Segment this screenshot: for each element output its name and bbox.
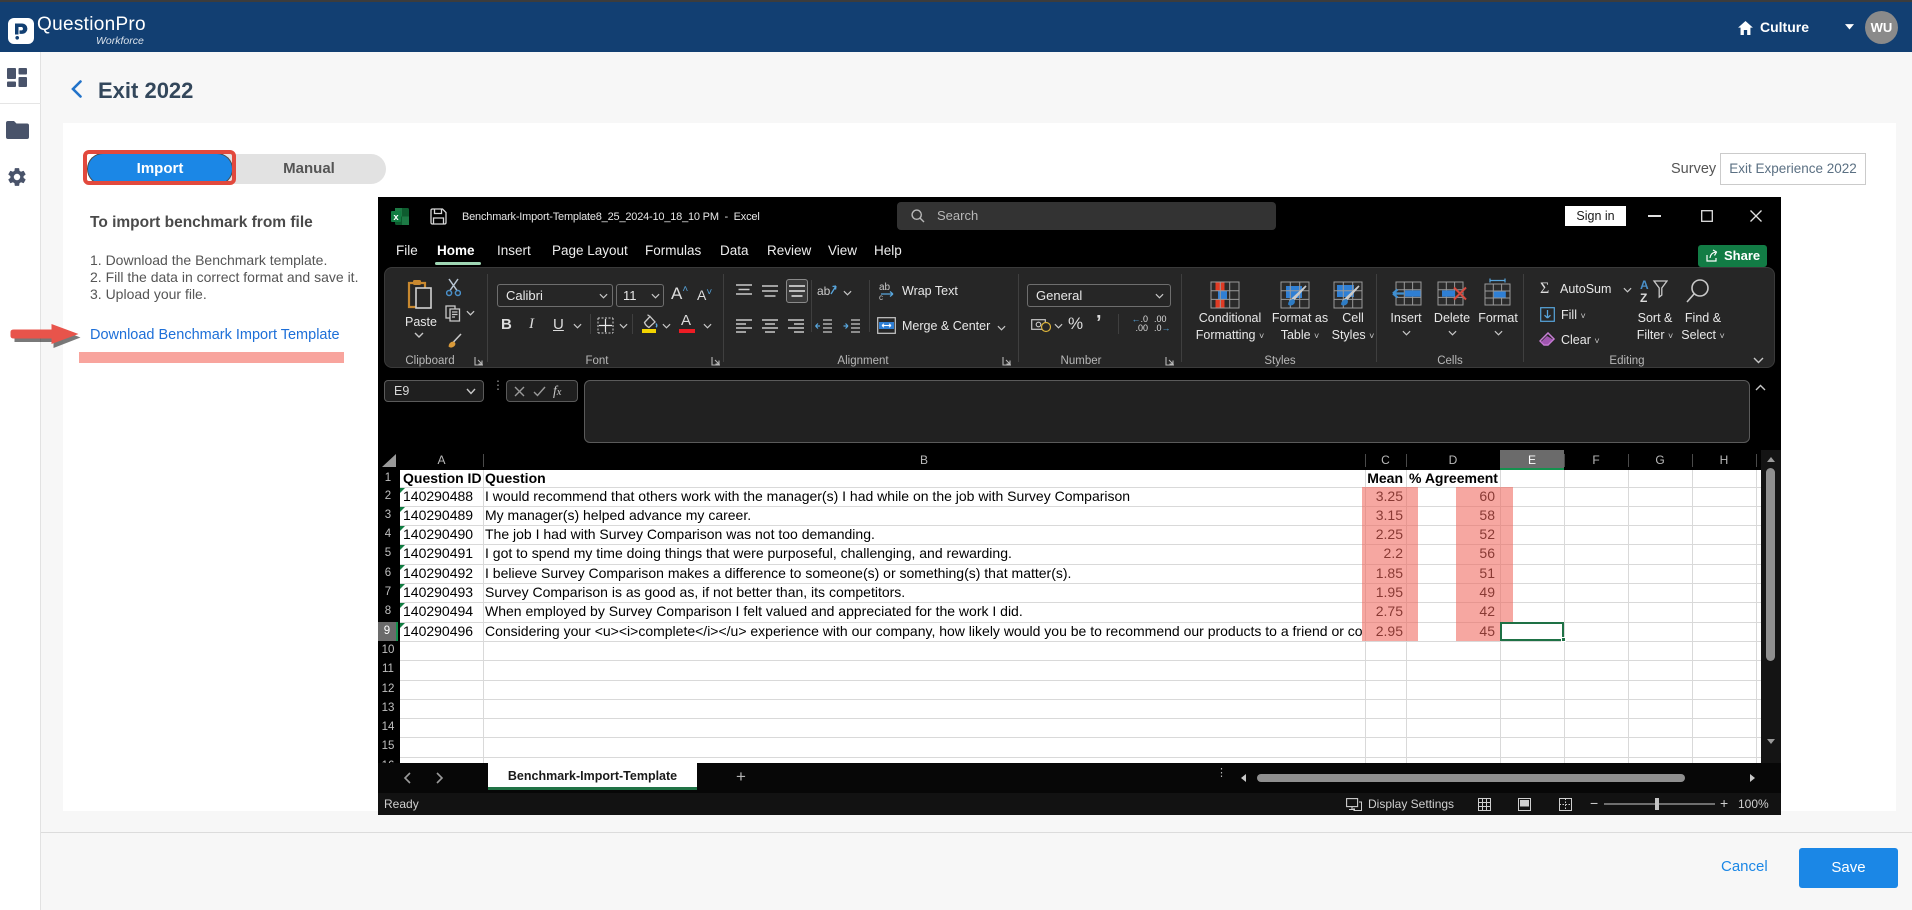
svg-text:c: c <box>879 293 883 300</box>
svg-text:A: A <box>1640 278 1649 292</box>
svg-text:x: x <box>393 212 399 223</box>
svg-text:ab: ab <box>879 282 891 293</box>
svg-text:ab: ab <box>817 284 831 298</box>
svg-text:Z: Z <box>1640 291 1647 304</box>
